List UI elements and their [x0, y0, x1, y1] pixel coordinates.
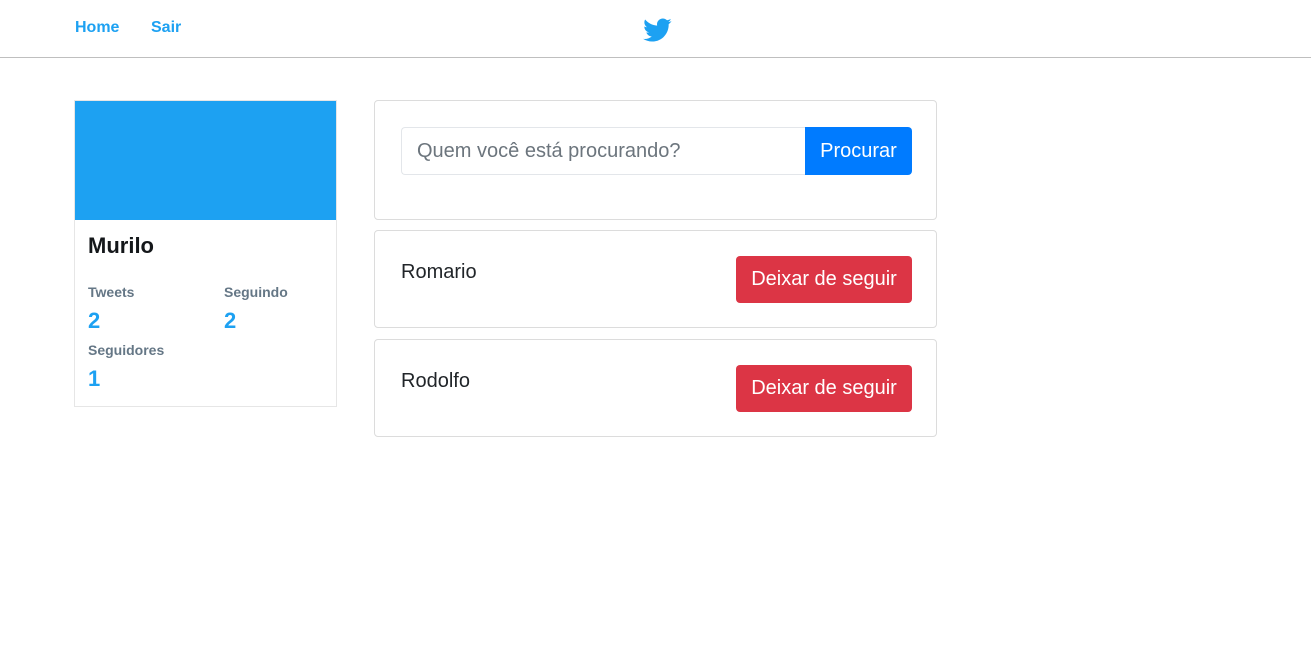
nav-sair-link[interactable]: Sair: [151, 19, 181, 37]
unfollow-button[interactable]: Deixar de seguir: [736, 256, 912, 303]
list-item: Romario Deixar de seguir: [374, 230, 937, 328]
stat-seguindo-label: Seguindo: [224, 284, 288, 300]
stat-tweets-value: 2: [88, 308, 101, 333]
top-navbar: Home Sair: [0, 0, 1311, 58]
profile-card: Murilo Tweets 2 Seguindo 2 Seguidores 1: [74, 100, 337, 407]
search-card: Procurar: [374, 100, 937, 220]
stat-seguidores[interactable]: Seguidores 1: [88, 342, 164, 392]
stat-seguidores-value: 1: [88, 366, 101, 391]
profile-name: Murilo: [88, 233, 154, 258]
stat-seguindo[interactable]: Seguindo 2: [224, 284, 288, 334]
twitter-bird-icon: [640, 15, 674, 45]
search-button[interactable]: Procurar: [805, 127, 912, 175]
stat-seguindo-value: 2: [224, 308, 237, 333]
profile-cover: [75, 101, 336, 220]
list-item: Rodolfo Deixar de seguir: [374, 339, 937, 437]
follow-user-name: Romario: [401, 261, 477, 283]
stat-tweets[interactable]: Tweets 2: [88, 284, 134, 334]
nav-home-link[interactable]: Home: [75, 19, 119, 37]
unfollow-button[interactable]: Deixar de seguir: [736, 365, 912, 412]
stat-seguidores-label: Seguidores: [88, 342, 165, 358]
follow-user-name: Rodolfo: [401, 370, 470, 392]
search-input[interactable]: [401, 127, 805, 175]
stat-tweets-label: Tweets: [88, 284, 135, 300]
